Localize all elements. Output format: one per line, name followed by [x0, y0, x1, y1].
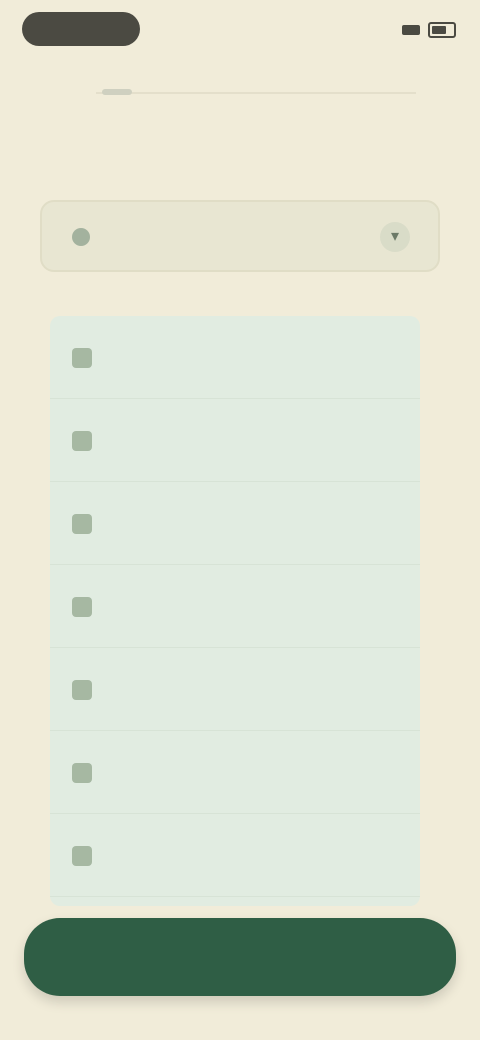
selected-option-field[interactable]: ▾ [40, 200, 440, 272]
confirm-button[interactable] [24, 918, 456, 996]
top-divider [96, 89, 416, 95]
option-icon [72, 846, 92, 866]
option-icon [72, 348, 92, 368]
option-icon [72, 763, 92, 783]
status-right [394, 18, 456, 42]
option-icon [72, 431, 92, 451]
option-icon [72, 597, 92, 617]
list-item[interactable] [50, 316, 420, 399]
option-icon [72, 514, 92, 534]
status-pill [22, 12, 140, 46]
list-item[interactable] [50, 399, 420, 482]
divider-handle [102, 89, 132, 95]
list-item[interactable] [50, 648, 420, 731]
chevron-down-icon[interactable]: ▾ [380, 222, 410, 252]
selected-option-icon [72, 228, 90, 246]
status-bar [0, 0, 480, 64]
list-item[interactable] [50, 565, 420, 648]
options-list [50, 316, 420, 906]
list-item[interactable] [50, 482, 420, 565]
signal-icon [402, 25, 420, 35]
list-item[interactable] [50, 814, 420, 897]
battery-icon [428, 22, 456, 38]
option-icon [72, 680, 92, 700]
list-item[interactable] [50, 731, 420, 814]
